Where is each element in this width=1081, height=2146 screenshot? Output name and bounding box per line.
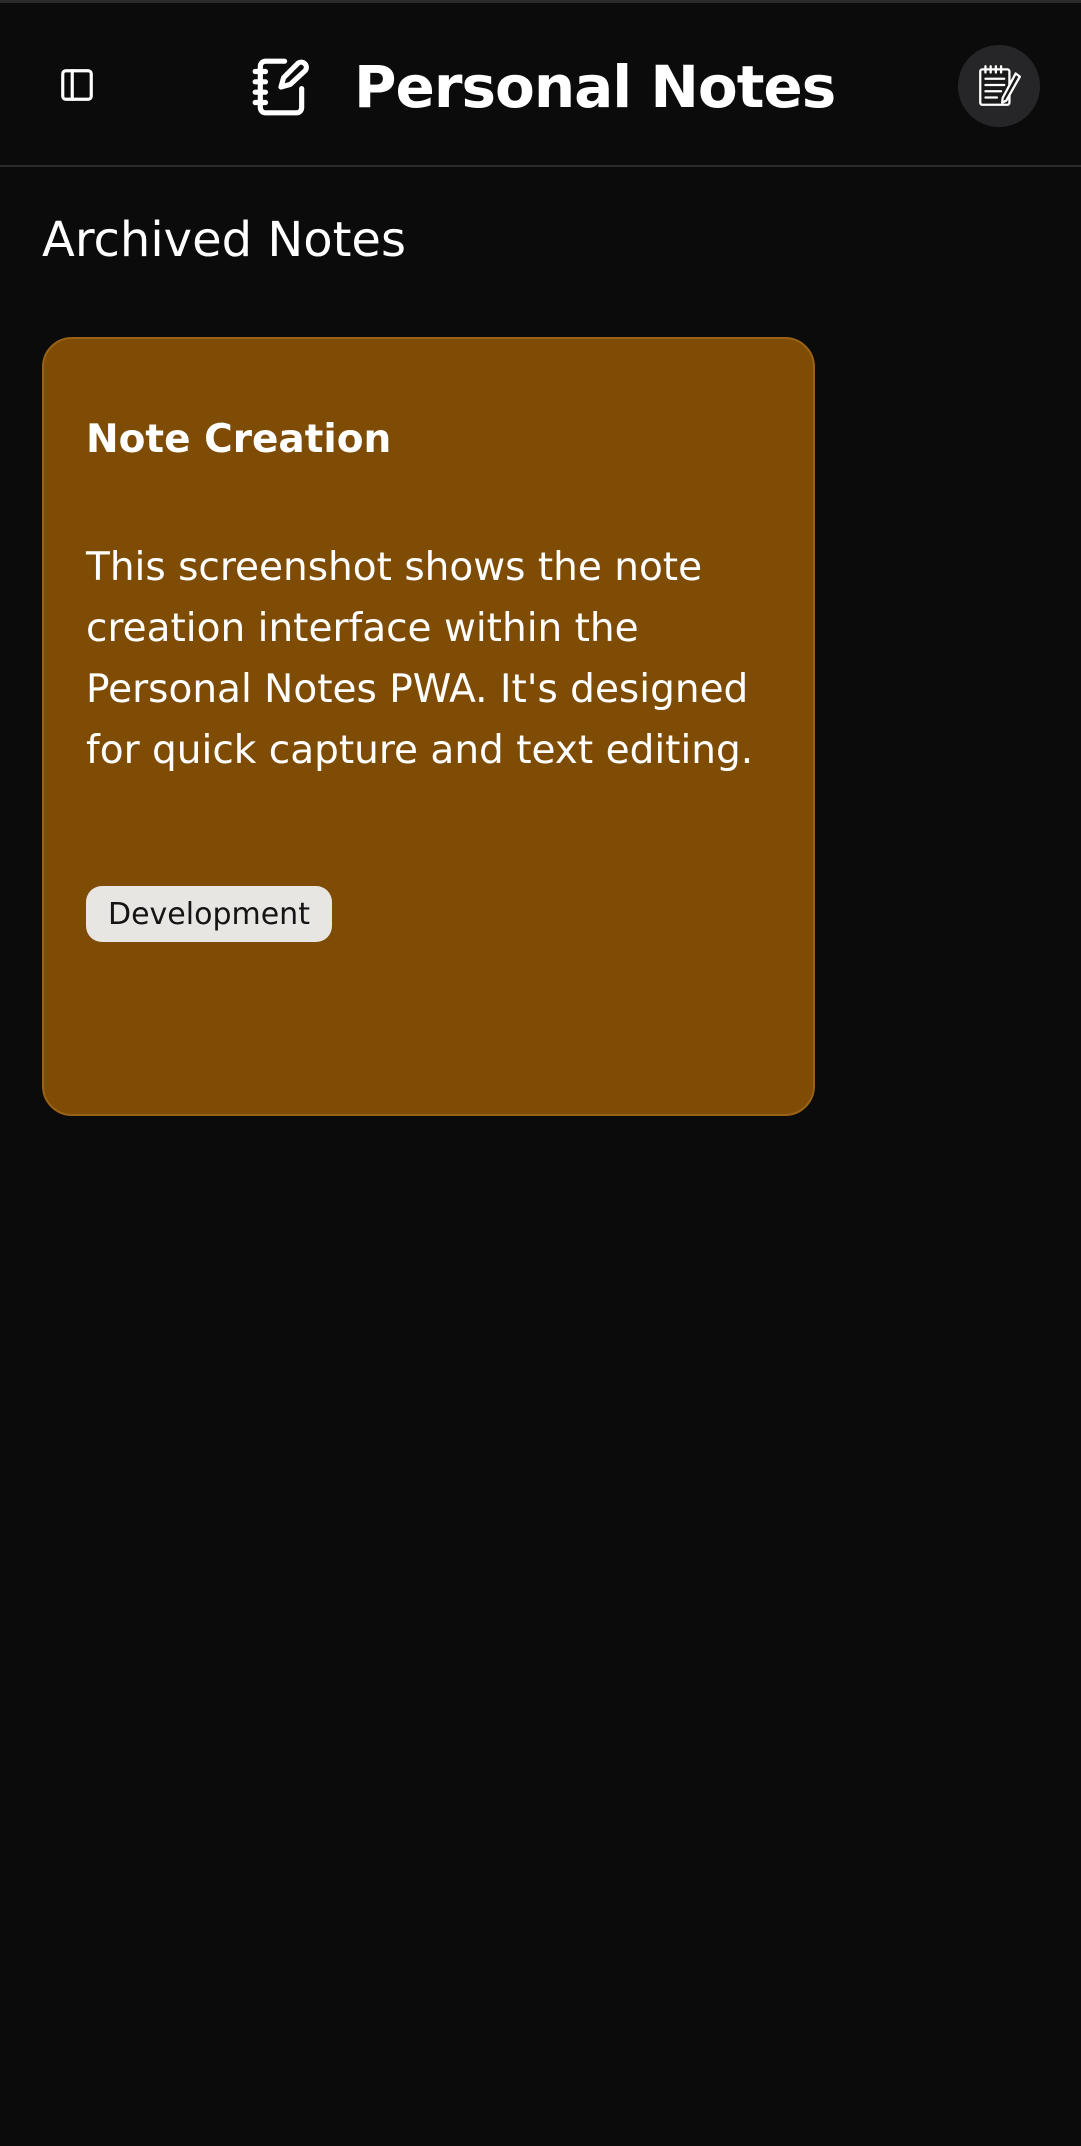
note-card[interactable]: Note Creation This screenshot shows the … bbox=[42, 337, 815, 1116]
notepad-pencil-icon bbox=[979, 65, 1021, 106]
note-title: Note Creation bbox=[86, 417, 392, 462]
note-body: This screenshot shows the note creation … bbox=[86, 545, 754, 773]
avatar-button[interactable] bbox=[958, 45, 1040, 127]
brand: Personal Notes bbox=[248, 51, 836, 123]
sidebar-toggle-button[interactable] bbox=[42, 50, 112, 120]
note-tag[interactable]: Development bbox=[86, 886, 332, 942]
app-title: Personal Notes bbox=[354, 53, 836, 121]
page-title: Archived Notes bbox=[42, 212, 406, 268]
app-header: Personal Notes bbox=[0, 3, 1081, 167]
notebook-pen-icon bbox=[248, 54, 314, 120]
sidebar-panel-icon bbox=[61, 69, 93, 101]
